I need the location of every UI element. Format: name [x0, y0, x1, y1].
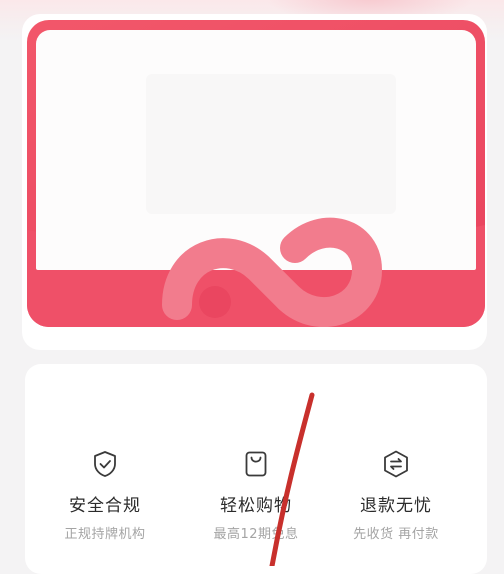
benefit-worry-free-refund: 退款无忧 先收货 再付款: [326, 448, 466, 542]
benefit-subtitle: 最高12期免息: [213, 527, 299, 542]
benefit-easy-shopping: 轻松购物 最高12期免息: [186, 448, 326, 542]
card-decoration: [27, 217, 485, 327]
shield-check-icon: [94, 451, 116, 477]
credit-card-banner[interactable]: [27, 20, 485, 327]
exchange-shield-icon: [384, 450, 408, 478]
benefit-subtitle: 正规持牌机构: [64, 527, 146, 542]
benefit-title: 安全合规: [69, 496, 141, 516]
benefit-safe-compliant: 安全合规 正规持牌机构: [35, 448, 175, 542]
benefit-subtitle: 先收货 再付款: [353, 527, 439, 542]
benefit-title: 退款无忧: [360, 496, 432, 516]
benefits-panel: 安全合规 正规持牌机构 轻松购物 最高12期免息 退款无忧 先收货 再付款: [25, 364, 487, 574]
benefit-title: 轻松购物: [220, 496, 292, 516]
shopping-bag-icon: [245, 451, 267, 477]
